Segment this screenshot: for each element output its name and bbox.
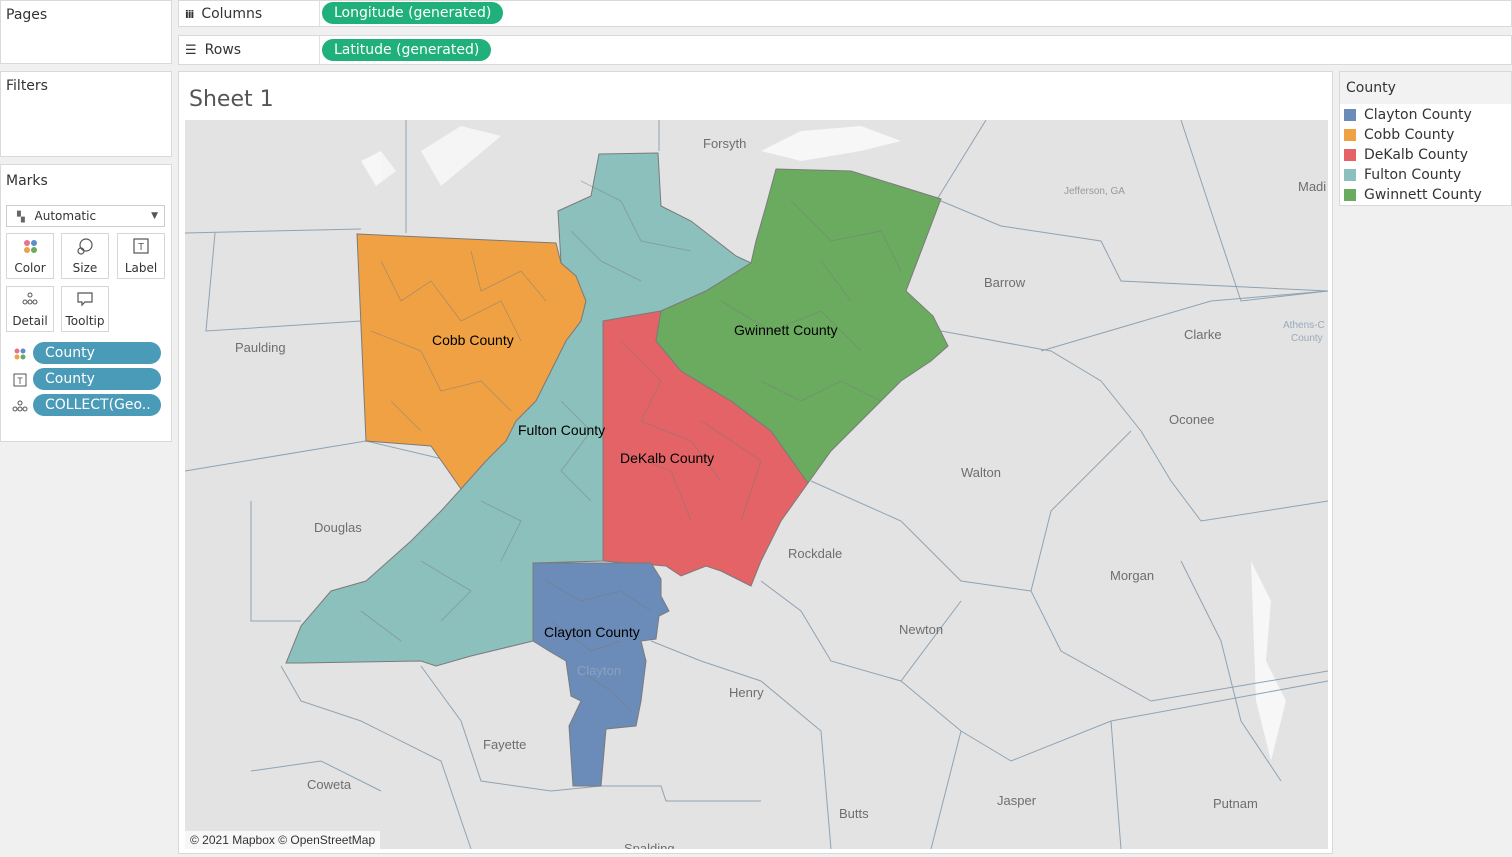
basemap-label-rockdale: Rockdale <box>788 546 842 561</box>
basemap-label-putnam: Putnam <box>1213 796 1258 811</box>
legend-item-fulton[interactable]: Fulton County <box>1344 165 1461 185</box>
shelf-divider <box>319 36 320 64</box>
map-attribution[interactable]: © 2021 Mapbox © OpenStreetMap <box>185 831 381 849</box>
svg-text:T: T <box>138 242 144 253</box>
detail-dots-icon <box>12 398 28 417</box>
columns-icon: iii <box>185 7 194 21</box>
tooltip-button[interactable]: Tooltip <box>61 286 109 332</box>
basemap-label-oconee: Oconee <box>1169 412 1215 427</box>
longitude-pill[interactable]: Longitude (generated) <box>322 2 504 24</box>
legend-swatch <box>1344 149 1356 161</box>
basemap-label-henry: Henry <box>729 685 764 700</box>
color-dots-icon <box>13 346 27 365</box>
detail-label: Detail <box>12 314 48 328</box>
columns-shelf[interactable]: iii Columns Longitude (generated) <box>178 0 1512 27</box>
label-county-pill[interactable]: County <box>33 368 161 390</box>
tooltip-icon <box>62 291 108 313</box>
legend-swatch <box>1344 169 1356 181</box>
basemap-label-forsyth: Forsyth <box>703 136 746 151</box>
legend-label: Cobb County <box>1364 127 1455 143</box>
label-icon: T <box>13 372 27 391</box>
size-icon <box>62 238 108 260</box>
marks-panel: Marks ▚ Automatic ▼ Color Size T Label D… <box>0 164 172 442</box>
tooltip-label: Tooltip <box>65 314 105 328</box>
basemap-label-paulding: Paulding <box>235 340 286 355</box>
legend-label: Fulton County <box>1364 167 1462 183</box>
chevron-down-icon: ▼ <box>151 211 158 221</box>
map-area[interactable]: Forsyth Jefferson, GA Madi Barrow Clarke… <box>185 120 1328 849</box>
label-icon: T <box>118 238 164 260</box>
detail-button[interactable]: Detail <box>6 286 54 332</box>
county-label-clayton: Clayton County <box>544 624 640 640</box>
pages-panel[interactable]: Pages <box>0 0 172 64</box>
rows-shelf[interactable]: ☰ Rows Latitude (generated) <box>178 35 1512 65</box>
legend-panel[interactable]: County Clayton County Cobb County DeKalb… <box>1339 71 1512 206</box>
pages-title: Pages <box>6 7 48 23</box>
color-button[interactable]: Color <box>6 233 54 279</box>
rows-icon: ☰ <box>185 42 197 58</box>
mark-type-value: Automatic <box>34 209 97 223</box>
label-button[interactable]: T Label <box>117 233 165 279</box>
basemap-label-coweta: Coweta <box>307 777 352 792</box>
legend-item-gwinnett[interactable]: Gwinnett County <box>1344 185 1482 205</box>
basemap-label-jefferson: Jefferson, GA <box>1064 186 1125 197</box>
legend-label: Clayton County <box>1364 107 1472 123</box>
county-label-fulton: Fulton County <box>518 422 605 438</box>
map-mark-icon: ▚ <box>17 212 25 223</box>
color-label: Color <box>14 261 46 275</box>
legend-item-cobb[interactable]: Cobb County <box>1344 125 1454 145</box>
columns-text: Columns <box>201 6 263 22</box>
basemap-label-barrow: Barrow <box>984 275 1026 290</box>
basemap-label-morgan: Morgan <box>1110 568 1154 583</box>
legend-item-dekalb[interactable]: DeKalb County <box>1344 145 1468 165</box>
county-label-dekalb: DeKalb County <box>620 450 714 466</box>
legend-title: County <box>1340 72 1511 104</box>
rows-text: Rows <box>204 42 242 58</box>
legend-swatch <box>1344 129 1356 141</box>
size-label: Size <box>72 261 98 275</box>
filters-panel[interactable]: Filters <box>0 71 172 157</box>
basemap-label-spalding: Spalding <box>624 841 675 849</box>
color-county-pill[interactable]: County <box>33 342 161 364</box>
basemap-label-clayton: Clayton <box>577 663 621 678</box>
shelf-divider <box>319 1 320 26</box>
size-button[interactable]: Size <box>61 233 109 279</box>
legend-label: DeKalb County <box>1364 147 1468 163</box>
color-icon <box>7 238 53 260</box>
basemap-label-douglas: Douglas <box>314 520 362 535</box>
detail-icon <box>7 291 53 313</box>
rows-label: ☰ Rows <box>185 42 241 58</box>
sheet-title: Sheet 1 <box>189 87 274 112</box>
basemap-label-athens-county: County <box>1291 333 1323 344</box>
basemap-label-fayette: Fayette <box>483 737 526 752</box>
legend-item-clayton[interactable]: Clayton County <box>1344 105 1472 125</box>
basemap-label-athens: Athens-C <box>1283 320 1325 331</box>
basemap-label-clarke: Clarke <box>1184 327 1222 342</box>
marks-title: Marks <box>6 173 48 189</box>
legend-label: Gwinnett County <box>1364 187 1482 203</box>
county-label-cobb: Cobb County <box>432 332 514 348</box>
legend-swatch <box>1344 109 1356 121</box>
svg-text:T: T <box>17 376 23 386</box>
basemap-label-jasper: Jasper <box>997 793 1037 808</box>
latitude-pill[interactable]: Latitude (generated) <box>322 39 492 61</box>
columns-label: iii Columns <box>185 6 262 22</box>
filters-title: Filters <box>6 78 48 94</box>
basemap-label-walton: Walton <box>961 465 1001 480</box>
legend-swatch <box>1344 189 1356 201</box>
basemap-label-madi: Madi <box>1298 179 1326 194</box>
label-label: Label <box>124 261 158 275</box>
county-label-gwinnett: Gwinnett County <box>734 322 838 338</box>
sheet-view: Sheet 1 Forsyth Jefferson, GA Madi Barro… <box>178 71 1333 854</box>
mark-type-dropdown[interactable]: ▚ Automatic ▼ <box>6 205 165 227</box>
basemap-label-newton: Newton <box>899 622 943 637</box>
detail-geometry-pill[interactable]: COLLECT(Geo.. <box>33 394 161 416</box>
map-canvas[interactable]: Forsyth Jefferson, GA Madi Barrow Clarke… <box>185 120 1328 849</box>
basemap-label-butts: Butts <box>839 806 869 821</box>
